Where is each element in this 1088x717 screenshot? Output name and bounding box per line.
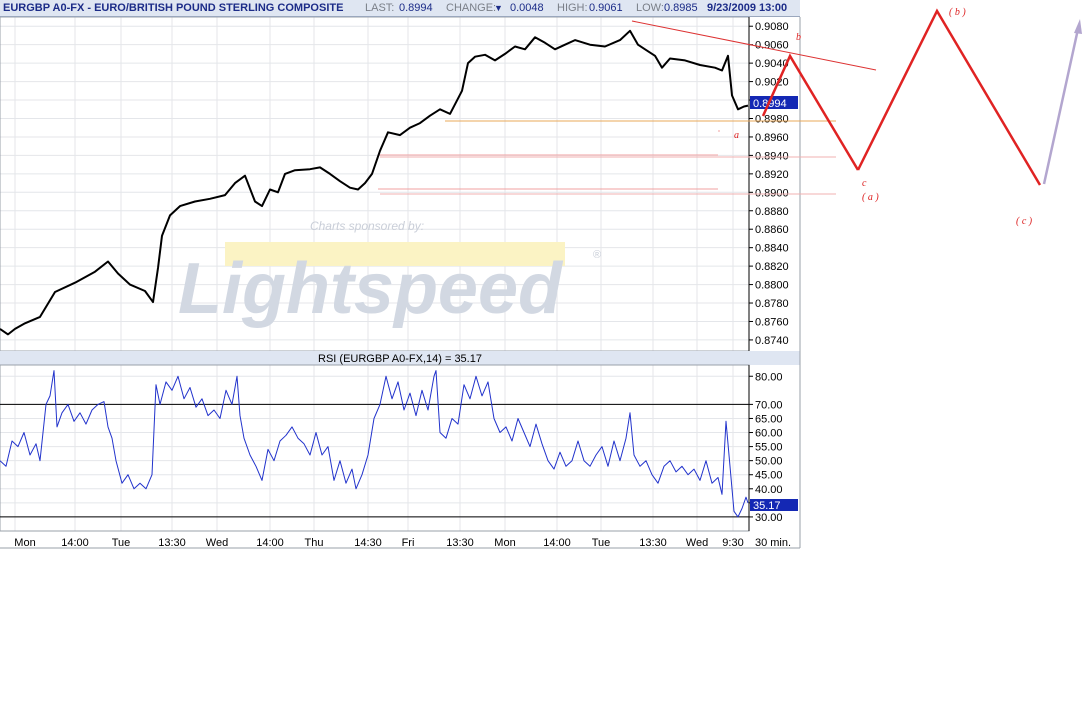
- x-tick-label: 9:30: [722, 537, 743, 549]
- sponsor-watermark: Charts sponsored by: Lightspeed ®: [178, 219, 601, 329]
- last-label: LAST:: [365, 2, 395, 14]
- rsi-tick-label: 30.00: [755, 512, 783, 524]
- y-tick-label: 0.8900: [755, 187, 789, 199]
- time-axis: Mon 14:00 Tue 13:30 Wed 14:00 Thu 14:30 Fri 13:30…: [14, 537, 743, 549]
- label-wave-b: ( b ): [949, 7, 966, 18]
- x-tick-label: 13:30: [446, 537, 474, 549]
- down-arrow-icon: ▼: [494, 3, 503, 13]
- y-tick-label: 0.8980: [755, 113, 789, 125]
- rsi-tick-label: 70.00: [755, 399, 783, 411]
- x-tick-label: 13:30: [158, 537, 186, 549]
- interval-label: 30 min.: [755, 537, 791, 549]
- label-wave-a: ( a ): [862, 192, 879, 203]
- x-tick-label: Fri: [402, 537, 415, 549]
- x-tick-label: Mon: [494, 537, 515, 549]
- x-tick-label: 14:00: [61, 537, 89, 549]
- rsi-tick-label: 60.00: [755, 428, 783, 440]
- y-tick-label: 0.8800: [755, 280, 789, 292]
- rsi-tick-label: 50.00: [755, 456, 783, 468]
- low-value: 0.8985: [664, 2, 698, 14]
- arrow-head-icon: [1074, 19, 1082, 34]
- x-tick-label: Wed: [206, 537, 228, 549]
- y-tick-label: 0.8740: [755, 335, 789, 347]
- y-tick-label: 0.8840: [755, 243, 789, 255]
- sponsor-registered-mark: ®: [593, 249, 601, 261]
- y-tick-label: 0.8860: [755, 224, 789, 236]
- y-tick-label: 0.8920: [755, 169, 789, 181]
- x-tick-label: Tue: [592, 537, 611, 549]
- label-c: c: [862, 178, 867, 189]
- y-tick-label: 0.8880: [755, 206, 789, 218]
- y-tick-label: 0.9080: [755, 21, 789, 33]
- x-tick-label: Mon: [14, 537, 35, 549]
- rsi-badge-value: 35.17: [753, 500, 781, 512]
- rsi-tick-label: 45.00: [755, 470, 783, 482]
- wave-future-arrow: [1042, 28, 1080, 185]
- quote-title: EURGBP A0-FX - EURO/BRITISH POUND STERLI…: [3, 2, 344, 14]
- change-value: 0.0048: [510, 2, 544, 14]
- label-wave-c: ( c ): [1016, 216, 1033, 227]
- quote-header: EURGBP A0-FX - EURO/BRITISH POUND STERLI…: [0, 0, 800, 17]
- x-tick-label: Wed: [686, 537, 708, 549]
- rsi-tick-label: 55.00: [755, 442, 783, 454]
- last-value: 0.8994: [399, 2, 433, 14]
- label-a: a: [734, 130, 739, 141]
- rsi-tick-label: 65.00: [755, 413, 783, 425]
- rsi-tick-label: 40.00: [755, 484, 783, 496]
- x-tick-label: Tue: [112, 537, 131, 549]
- chart-canvas: Charts sponsored by: Lightspeed ® RSI (E…: [0, 7, 1082, 549]
- y-tick-label: 0.9020: [755, 77, 789, 89]
- y-tick-label: 0.8960: [755, 132, 789, 144]
- y-tick-label: 0.9060: [755, 40, 789, 52]
- label-b: b: [796, 32, 801, 43]
- high-label: HIGH:: [557, 2, 588, 14]
- x-tick-label: 14:00: [256, 537, 284, 549]
- quote-datetime: 9/23/2009 13:00: [707, 2, 788, 14]
- rsi-series-line: [0, 370, 749, 518]
- x-tick-label: 14:00: [543, 537, 571, 549]
- high-value: 0.9061: [589, 2, 623, 14]
- sponsor-caption: Charts sponsored by:: [310, 219, 424, 233]
- x-tick-label: Thu: [305, 537, 324, 549]
- y-tick-label: 0.8780: [755, 298, 789, 310]
- x-tick-label: 14:30: [354, 537, 382, 549]
- low-label: LOW:: [636, 2, 664, 14]
- y-tick-label: 0.8760: [755, 316, 789, 328]
- x-tick-label: 13:30: [639, 537, 667, 549]
- y-tick-label: 0.8820: [755, 261, 789, 273]
- rsi-tick-label: 80.00: [755, 371, 783, 383]
- wave-ABC-path: [856, 8, 1042, 186]
- rsi-title: RSI (EURGBP A0-FX,14) = 35.17: [318, 353, 482, 365]
- change-label: CHANGE:: [446, 2, 497, 14]
- sponsor-logo: Lightspeed: [178, 249, 564, 329]
- y-tick-label: 0.8940: [755, 150, 789, 162]
